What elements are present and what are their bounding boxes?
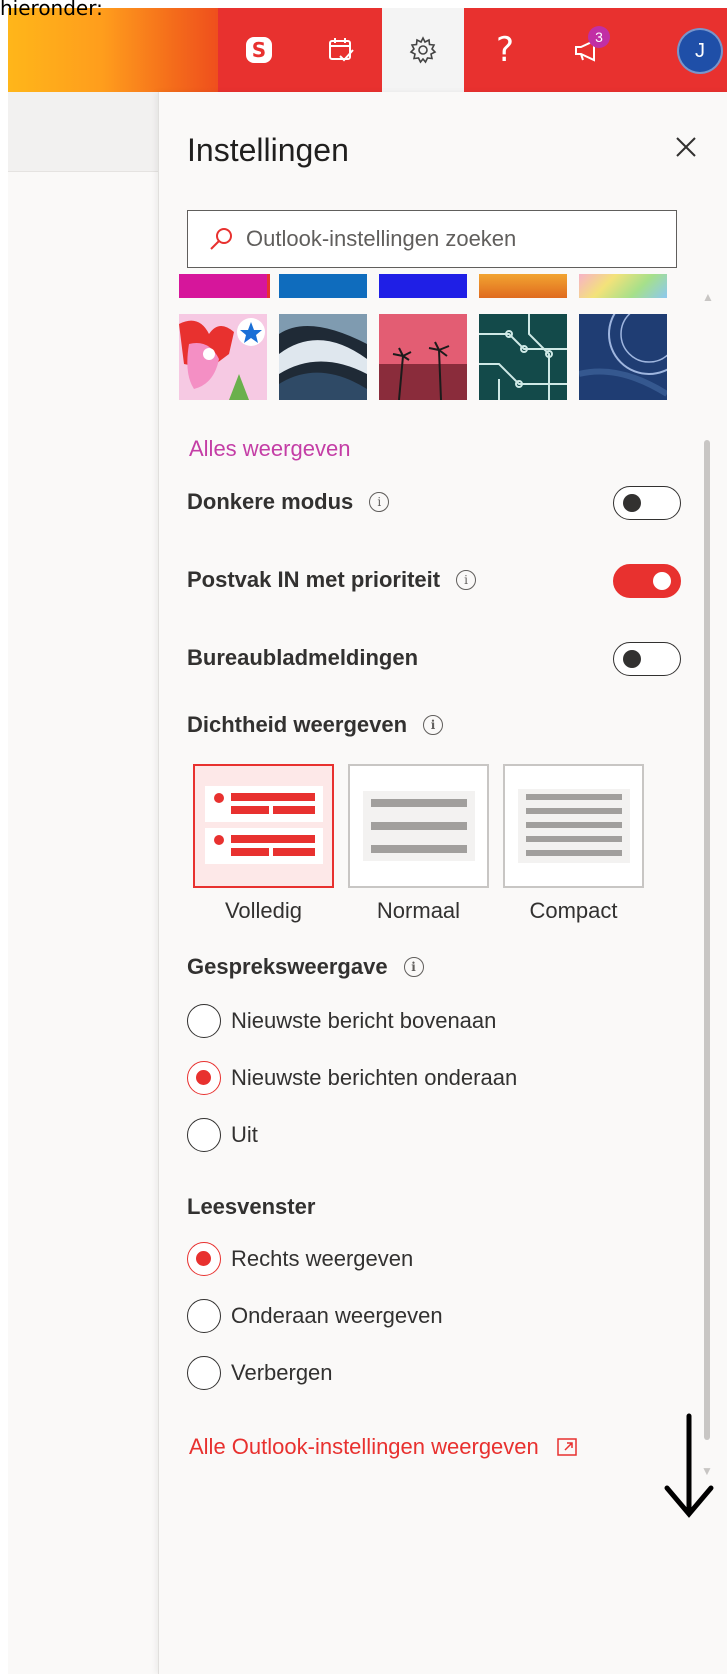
help-button[interactable]: ? — [464, 8, 546, 92]
mail-content-area — [8, 92, 158, 1674]
gear-icon — [409, 36, 437, 64]
show-all-themes-link[interactable]: Alles weergeven — [189, 436, 350, 462]
density-normal-card[interactable] — [348, 764, 489, 888]
conversation-view-heading: Gespreksweergave i — [187, 954, 424, 980]
radio-label: Uit — [231, 1122, 258, 1147]
panel-title: Instellingen — [187, 132, 349, 168]
focused-inbox-toggle[interactable] — [613, 564, 681, 598]
density-options — [193, 764, 644, 888]
caption-text: hieronder: — [0, 0, 103, 20]
radio-label: Rechts weergeven — [231, 1246, 414, 1271]
theme-palms[interactable] — [379, 314, 467, 400]
calendar-check-icon — [329, 38, 354, 62]
density-label: Dichtheid weergeven — [187, 712, 408, 737]
radio-conversation-off[interactable]: Uit — [187, 1118, 258, 1152]
density-heading: Dichtheid weergeven i — [187, 712, 444, 738]
dark-mode-label: Donkere modus — [187, 489, 354, 514]
radio-label: Verbergen — [231, 1360, 333, 1385]
theme-swatch-pink[interactable] — [179, 274, 270, 298]
radio-label: Onderaan weergeven — [231, 1303, 443, 1328]
annotation-arrow-icon — [664, 1413, 714, 1518]
radio-button[interactable] — [187, 1061, 221, 1095]
density-normal-icon — [362, 791, 475, 861]
theme-stamp[interactable] — [579, 314, 667, 400]
radio-button[interactable] — [187, 1004, 221, 1038]
desktop-notifications-row: Bureaubladmeldingen — [187, 638, 681, 678]
radio-reading-bottom[interactable]: Onderaan weergeven — [187, 1299, 443, 1333]
radio-newest-top[interactable]: Nieuwste bericht bovenaan — [187, 1004, 496, 1038]
theme-cartoon[interactable] — [179, 314, 267, 400]
theme-swatch-rainbow[interactable] — [579, 274, 667, 298]
settings-button[interactable] — [382, 8, 464, 92]
radio-button[interactable] — [187, 1299, 221, 1333]
radio-reading-right[interactable]: Rechts weergeven — [187, 1242, 413, 1276]
radio-label: Nieuwste bericht bovenaan — [231, 1008, 497, 1033]
palm-sunset-theme-image — [379, 314, 467, 400]
outlook-window: hieronder: S ? 3 J Instellingen Outlook-… — [0, 0, 727, 1674]
radio-button[interactable] — [187, 1242, 221, 1276]
help-icon: ? — [495, 30, 515, 70]
radio-reading-hide[interactable]: Verbergen — [187, 1356, 333, 1390]
search-box[interactable] — [187, 210, 677, 268]
theme-swatch-darkblue[interactable] — [379, 274, 467, 298]
density-full-card[interactable] — [193, 764, 334, 888]
wave-landscape-theme-image — [279, 314, 367, 400]
density-normal-label: Normaal — [376, 898, 461, 923]
circuit-board-theme-image — [479, 314, 567, 400]
my-day-button[interactable] — [300, 8, 382, 92]
skype-icon: S — [246, 37, 272, 63]
notification-badge: 3 — [588, 26, 610, 48]
desktop-notifications-label: Bureaubladmeldingen — [187, 645, 419, 670]
whats-new-button[interactable]: 3 — [546, 8, 628, 92]
open-external-icon — [557, 1438, 577, 1456]
blue-stamp-theme-image — [579, 314, 667, 400]
avatar[interactable]: J — [677, 28, 723, 74]
density-full-label: Volledig — [224, 898, 303, 923]
theme-circuit[interactable] — [479, 314, 567, 400]
header-brand-area — [8, 8, 218, 92]
focused-inbox-row: Postvak IN met prioriteit i — [187, 560, 681, 600]
scroll-up-icon[interactable]: ▲ — [702, 290, 714, 304]
theme-row-images — [179, 314, 667, 400]
cartoon-theme-image — [179, 314, 267, 400]
skype-button[interactable]: S — [218, 8, 300, 92]
settings-panel: Instellingen ▲ — [158, 92, 727, 1674]
density-compact-icon — [517, 789, 630, 863]
density-labels: Volledig Normaal Compact — [193, 898, 644, 924]
radio-newest-bottom[interactable]: Nieuwste berichten onderaan — [187, 1061, 517, 1095]
header-toolbar: S ? 3 J — [218, 8, 727, 92]
theme-row-colors — [179, 274, 667, 298]
radio-button[interactable] — [187, 1118, 221, 1152]
top-bar: S ? 3 J — [8, 8, 727, 92]
density-full-icon — [204, 786, 323, 864]
desktop-notifications-toggle[interactable] — [613, 642, 681, 676]
search-icon — [210, 228, 232, 250]
reading-pane-label: Leesvenster — [187, 1194, 316, 1219]
theme-swatch-orange[interactable] — [479, 274, 567, 298]
density-compact-card[interactable] — [503, 764, 644, 888]
density-compact-label: Compact — [529, 898, 618, 923]
scrollbar[interactable] — [704, 440, 710, 1440]
focused-inbox-label: Postvak IN met prioriteit — [187, 567, 441, 592]
all-settings-label: Alle Outlook-instellingen weergeven — [189, 1434, 539, 1459]
all-settings-link[interactable]: Alle Outlook-instellingen weergeven — [189, 1434, 577, 1460]
dark-mode-row: Donkere modus i — [187, 482, 681, 522]
reading-pane-heading: Leesvenster — [187, 1194, 315, 1220]
info-icon[interactable]: i — [403, 957, 424, 977]
close-icon[interactable] — [671, 132, 701, 162]
radio-label: Nieuwste berichten onderaan — [231, 1065, 518, 1090]
info-icon[interactable]: i — [369, 492, 390, 512]
dark-mode-toggle[interactable] — [613, 486, 681, 520]
command-bar — [8, 92, 158, 172]
radio-button[interactable] — [187, 1356, 221, 1390]
theme-swatch-blue[interactable] — [279, 274, 367, 298]
info-icon[interactable]: i — [456, 570, 477, 590]
search-input[interactable] — [246, 226, 666, 252]
conversation-view-label: Gespreksweergave — [187, 954, 388, 979]
info-icon[interactable]: i — [423, 715, 444, 735]
theme-wave[interactable] — [279, 314, 367, 400]
